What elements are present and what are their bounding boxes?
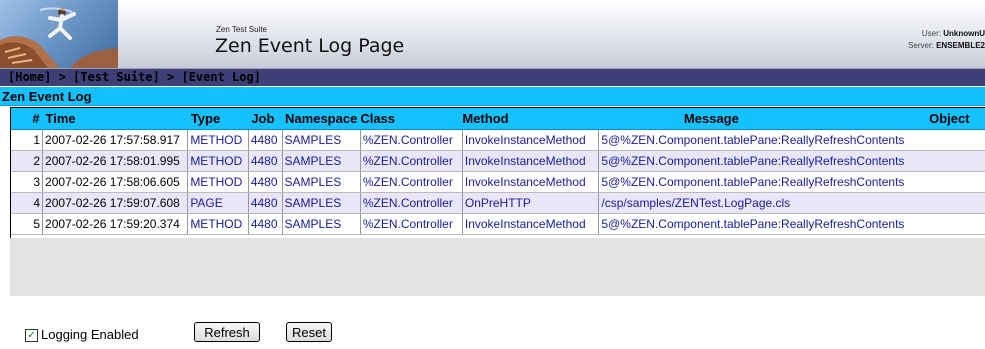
breadcrumb-log-link[interactable]: [Event Log] [181,70,260,84]
cell-number: 4 [11,192,44,214]
cell-time: 2007-02-26 17:58:01.995 [42,150,189,172]
column-header-time[interactable]: Time [42,108,188,130]
cell-message: 5@%ZEN.Component.tablePane:ReallyRefresh… [598,129,985,151]
user-value: UnknownU [943,29,985,38]
table-row[interactable]: 5 2007-02-26 17:59:20.374 METHOD 4480 SA… [11,213,985,235]
cell-time: 2007-02-26 17:57:58.917 [42,129,189,151]
cell-number: 1 [11,129,44,151]
breadcrumb-home-link[interactable]: [Home] [8,70,51,84]
column-header-object[interactable]: Object [926,108,985,130]
table-header-row: # Time Type Job Namespace Class Method M… [11,108,985,130]
breadcrumb-suite-link[interactable]: [Test Suite] [73,70,160,84]
column-header-number[interactable]: # [11,108,43,130]
cell-job: 4480 [248,150,283,172]
cell-method: OnPreHTTP [462,192,600,214]
user-label: User: [921,29,941,38]
page-header: Zen Test Suite Zen Event Log Page User: … [0,0,985,69]
cell-type: METHOD [187,171,249,193]
page-title: Zen Event Log Page [215,35,405,57]
cell-namespace: SAMPLES [282,150,361,172]
user-server-info: User: UnknownU Server: ENSEMBLE2 [908,28,985,52]
cell-number: 2 [11,150,44,172]
server-value: ENSEMBLE2 [936,41,985,50]
cell-job: 4480 [248,192,283,214]
breadcrumb: [Home] > [Test Suite] > [Event Log] [8,70,261,84]
logging-enabled-checkbox[interactable]: ✓ [25,329,38,342]
cell-type: METHOD [187,213,249,235]
cell-time: 2007-02-26 17:59:07.608 [42,192,189,214]
cell-type: PAGE [187,192,249,214]
cell-job: 4480 [248,129,283,151]
cell-class: %ZEN.Controller [360,192,463,214]
cell-number: 3 [11,171,44,193]
cell-type: METHOD [187,150,249,172]
column-header-type[interactable]: Type [187,108,249,130]
event-log-table: # Time Type Job Namespace Class Method M… [10,107,985,239]
table-row[interactable]: 1 2007-02-26 17:57:58.917 METHOD 4480 SA… [11,129,985,151]
cell-message: /csp/samples/ZENTest.LogPage.cls [598,192,985,214]
cell-namespace: SAMPLES [282,213,361,235]
table-caption: Zen Event Log [0,87,985,106]
cell-job: 4480 [248,171,283,193]
cell-time: 2007-02-26 17:58:06.605 [42,171,189,193]
reset-button[interactable]: Reset [286,322,332,342]
cell-class: %ZEN.Controller [360,129,463,151]
cell-message: 5@%ZEN.Component.tablePane:ReallyRefresh… [598,150,985,172]
table-row[interactable]: 4 2007-02-26 17:59:07.608 PAGE 4480 SAMP… [11,192,985,214]
cell-namespace: SAMPLES [282,171,361,193]
zen-logo-icon [0,7,118,68]
column-header-namespace[interactable]: Namespace [282,108,361,130]
column-header-message[interactable]: Message [598,108,927,130]
cell-class: %ZEN.Controller [360,171,463,193]
breadcrumb-separator: > [51,70,74,84]
table-row[interactable]: 2 2007-02-26 17:58:01.995 METHOD 4480 SA… [11,150,985,172]
zen-logo [0,0,118,68]
cell-class: %ZEN.Controller [360,150,463,172]
cell-class: %ZEN.Controller [360,213,463,235]
controls-bar: ✓ Logging Enabled Refresh Reset [10,297,985,349]
column-header-class[interactable]: Class [360,108,463,130]
server-label: Server: [908,41,934,50]
cell-type: METHOD [187,129,249,151]
cell-job: 4480 [248,213,283,235]
table-row[interactable]: 3 2007-02-26 17:58:06.605 METHOD 4480 SA… [11,171,985,193]
refresh-button[interactable]: Refresh [194,322,260,342]
suite-title: Zen Test Suite [216,25,267,34]
empty-table-area [10,238,985,296]
cell-method: InvokeInstanceMethod [462,129,600,151]
cell-namespace: SAMPLES [282,192,361,214]
cell-method: InvokeInstanceMethod [462,213,600,235]
cell-method: InvokeInstanceMethod [462,150,600,172]
cell-method: InvokeInstanceMethod [462,171,600,193]
cell-time: 2007-02-26 17:59:20.374 [42,213,189,235]
column-header-method[interactable]: Method [462,108,599,130]
breadcrumb-separator: > [159,70,182,84]
logging-enabled-label[interactable]: Logging Enabled [41,327,139,342]
cell-message: 5@%ZEN.Component.tablePane:ReallyRefresh… [598,213,985,235]
breadcrumb-bar: [Home] > [Test Suite] > [Event Log] [0,69,985,86]
column-header-job[interactable]: Job [248,108,283,130]
cell-message: 5@%ZEN.Component.tablePane:ReallyRefresh… [598,171,985,193]
cell-namespace: SAMPLES [282,129,361,151]
cell-number: 5 [11,213,44,235]
